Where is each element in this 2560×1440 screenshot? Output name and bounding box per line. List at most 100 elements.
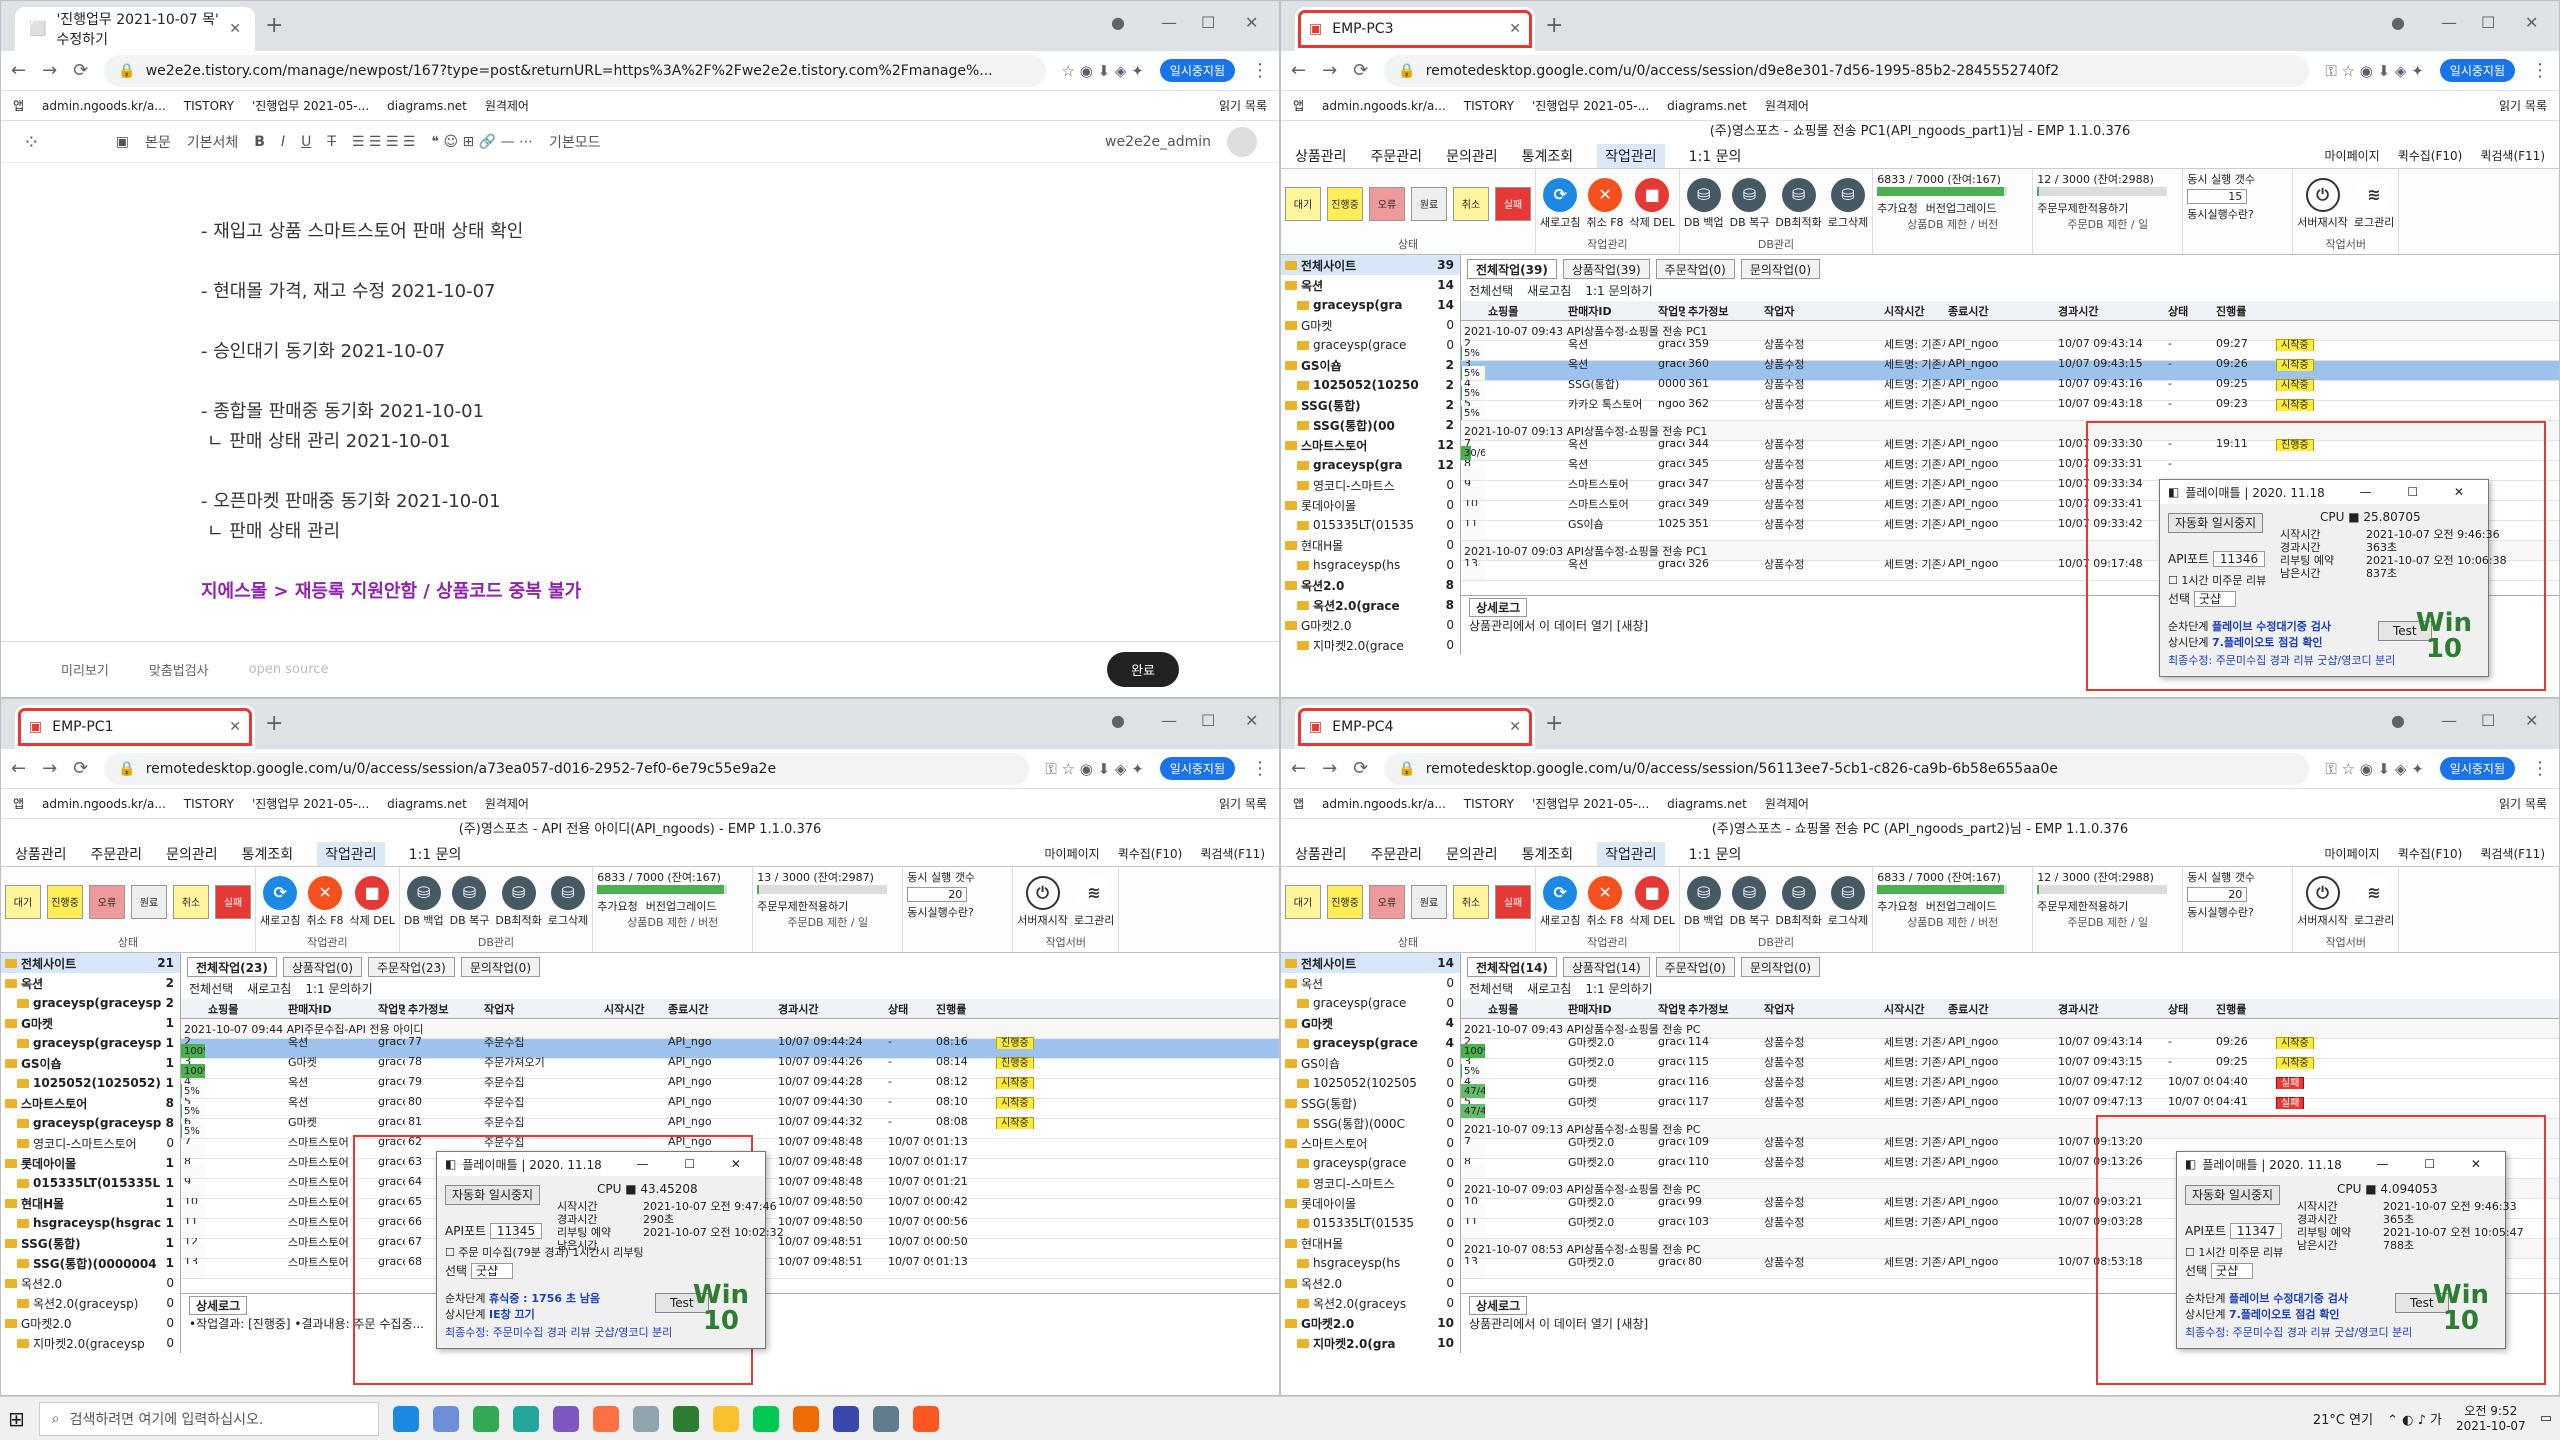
tree-item[interactable]: graceysp(graceysp 8 [1,1113,180,1133]
menu-right-item[interactable]: 마이페이지 [2324,845,2379,862]
task-toolbar-button[interactable]: 새로고침 [247,980,291,997]
close-window-icon[interactable]: ✕ [2525,13,2538,32]
tree-item[interactable]: graceysp(grace 0 [1281,335,1460,355]
profile-icon[interactable]: ● [2391,13,2405,32]
task-toolbar-button[interactable]: 1:1 문의하기 [305,980,372,997]
underline-icon[interactable]: U [301,134,311,150]
bookmark-item[interactable]: admin.ngoods.kr/a... [42,797,166,811]
extension-icons[interactable]: ⚿ ☆ ◉ ⬇ ◈ ✦ [2325,760,2423,778]
tree-item[interactable]: graceysp(grace 0 [1281,993,1460,1013]
state-filter-button[interactable]: 대기 [1285,186,1321,221]
clock[interactable]: 오전 9:52 2021-10-07 [2456,1404,2526,1434]
new-tab-button[interactable]: + [265,711,283,736]
tree-item[interactable]: SSG(통합) 0 [1281,1093,1460,1113]
task-tab[interactable]: 상품작업(14) [1562,957,1650,977]
tree-item[interactable]: 스마트스토어 8 [1,1093,180,1113]
tree-item[interactable]: 전체사이트 21 [1,953,180,973]
app-icon[interactable] [792,1405,819,1432]
work-button[interactable]: ■ 삭제 DEL [1630,177,1675,230]
tree-item[interactable]: graceysp(grace 4 [1281,1033,1460,1053]
menu-item[interactable]: 통계조회 [1522,146,1574,166]
task-tab[interactable]: 상품작업(39) [1562,259,1650,279]
tree-item[interactable]: SSG(통합) 1 [1,1233,180,1253]
avatar[interactable] [1227,126,1257,157]
task-tab[interactable]: 전체작업(39) [1467,259,1557,279]
paused-badge[interactable]: 일시중지됨 [2439,59,2515,82]
api-port-input[interactable]: 11345 [489,1223,543,1239]
tree-item[interactable]: 지마켓2.0(gra 10 [1281,1333,1460,1353]
tree-item[interactable]: 옥션2.0 8 [1281,575,1460,595]
upgrade-button[interactable]: 버전업그레이드 [1926,898,1997,914]
sim-help-link[interactable]: 동시실행수란? [2187,904,2288,920]
open-source-toggle[interactable]: open source [249,662,329,677]
automation-pause-button[interactable]: 자동화 일시중지 [445,1185,541,1205]
tree-item[interactable]: 스마트스토어 12 [1281,435,1460,455]
maximize-icon[interactable]: ☐ [2481,711,2495,730]
mode-select[interactable]: 기본모드 [549,132,601,152]
image-icon[interactable]: ▣ [116,134,129,150]
tree-item[interactable]: 영코디-스마트스 0 [1281,475,1460,495]
close-window-icon[interactable]: ✕ [1245,711,1258,730]
state-filter-button[interactable]: 오류 [1369,884,1405,919]
tree-item[interactable]: GS이숍 0 [1281,1053,1460,1073]
tree-item[interactable]: 지마켓2.0(grace 0 [1281,635,1460,655]
explorer-icon[interactable] [432,1405,459,1432]
log-manager-button[interactable]: ≋ 로그관리 [2354,875,2394,928]
new-tab-button[interactable]: + [265,13,283,38]
reload-icon[interactable]: ⟳ [1353,60,1368,81]
window-controls[interactable]: — ☐ ✕ [637,1157,757,1171]
task-tab[interactable]: 주문작업(23) [368,957,455,977]
menu-icon[interactable]: ⋮ [1251,758,1269,779]
menu-right-item[interactable]: 퀵수집(F10) [1118,845,1183,862]
state-filter-button[interactable]: 대기 [1285,884,1321,919]
app-icon[interactable] [832,1405,859,1432]
task-tab[interactable]: 주문작업(0) [1655,259,1735,279]
windows-start-icon[interactable]: ⊞ [8,1407,25,1431]
taskbar-search[interactable]: ⌕ 검색하려면 여기에 입력하십시오. [38,1401,379,1436]
sim-help-link[interactable]: 동시실행수란? [2187,206,2288,222]
address-bar[interactable]: 🔒 remotedesktop.google.com/u/0/access/ses… [1384,752,2310,785]
tree-item[interactable]: G마켓 4 [1281,1013,1460,1033]
tree-item[interactable]: graceysp(graceysp 1 [1,1033,180,1053]
state-filter-button[interactable]: 오류 [89,884,125,919]
upgrade-button[interactable]: 버전업그레이드 [646,898,717,914]
spellcheck-button[interactable]: 맞춤법검사 [149,660,209,679]
db-button[interactable]: ⛁ 로그삭제 [1828,875,1868,928]
paragraph-select[interactable]: 본문 [145,132,171,152]
tree-item[interactable]: G마켓 1 [1,1013,180,1033]
reload-icon[interactable]: ⟳ [1353,758,1368,779]
back-icon[interactable]: ← [1291,60,1306,81]
tree-item[interactable]: 옥션2.0 0 [1,1273,180,1293]
menu-right-item[interactable]: 마이페이지 [1044,845,1099,862]
extension-icons[interactable]: ☆ ◉ ⬇ ◈ ✦ [1062,62,1144,80]
menu-item[interactable]: 상품관리 [1295,844,1347,864]
tree-item[interactable]: GS이숍 2 [1281,355,1460,375]
menu-right-item[interactable]: 퀵수집(F10) [2398,147,2463,164]
tree-item[interactable]: 전체사이트 39 [1281,255,1460,275]
bookmark-item[interactable]: diagrams.net [1667,99,1747,113]
done-button[interactable]: 완료 [1107,652,1179,687]
strike-icon[interactable]: T [327,134,336,150]
shop-select[interactable]: 굿샵 [470,1263,514,1279]
tree-item[interactable]: 1025052(1025052) 1 [1,1073,180,1093]
back-icon[interactable]: ← [11,758,26,779]
weather-widget[interactable]: 21°C 연기 [2313,1409,2373,1428]
menu-item[interactable]: 문의관리 [1446,844,1498,864]
tree-item[interactable]: 스마트스토어 0 [1281,1133,1460,1153]
state-filter-button[interactable]: 진행중 [1327,186,1363,221]
task-toolbar-button[interactable]: 새로고침 [1527,980,1571,997]
chrome-icon[interactable] [472,1405,499,1432]
task-tab[interactable]: 상품작업(0) [282,957,363,977]
order-unlimited-button[interactable]: 주문무제한적용하기 [2037,898,2178,914]
state-filter-button[interactable]: 원료 [131,884,167,919]
tree-item[interactable]: SSG(통합) 2 [1281,395,1460,415]
work-button[interactable]: ✕ 취소 F8 [306,875,344,928]
work-button[interactable]: ⟳ 새로고침 [1540,177,1580,230]
tree-item[interactable]: SSG(통합)(000C 0 [1281,1113,1460,1133]
back-icon[interactable]: ← [11,60,26,81]
db-button[interactable]: ⛁ DB 복구 [1730,177,1769,230]
profile-icon[interactable]: ● [1111,13,1125,32]
close-window-icon[interactable]: ✕ [2525,711,2538,730]
tree-item[interactable]: SSG(통합)(0000004 1 [1,1253,180,1273]
server-restart-button[interactable]: ⏻ 서버재시작 [2297,875,2348,928]
